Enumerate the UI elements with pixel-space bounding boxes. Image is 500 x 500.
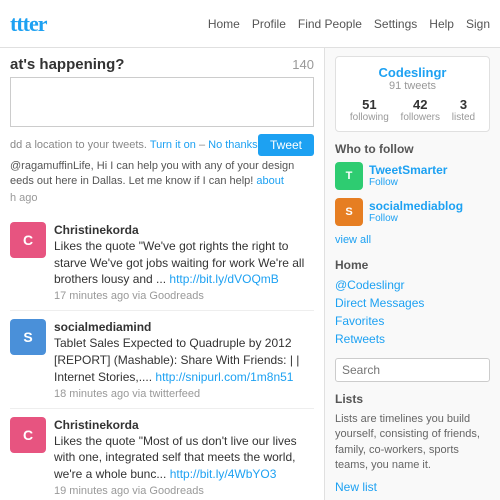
- lists-description: Lists are timelines you build yourself, …: [335, 412, 490, 474]
- new-list-link[interactable]: New list: [335, 480, 377, 494]
- who-to-follow-title: Who to follow: [335, 142, 490, 156]
- tweet-question-text: at's happening?: [10, 56, 124, 73]
- feed-link[interactable]: http://snipurl.com/1m8n51: [155, 370, 293, 384]
- feed-link[interactable]: http://bit.ly/dVOQmB: [169, 272, 278, 286]
- view-all-link[interactable]: view all: [335, 234, 490, 246]
- follow-item: T TweetSmarter Follow: [335, 162, 490, 190]
- feed-item: S socialmediamind Tablet Sales Expected …: [10, 311, 314, 408]
- home-link-codeslingr[interactable]: @Codeslingr: [335, 278, 490, 292]
- feed-content: Christinekorda Likes the quote "Most of …: [54, 417, 314, 497]
- nav-help[interactable]: Help: [429, 17, 454, 31]
- profile-name[interactable]: Codeslingr: [344, 65, 481, 80]
- feed-username[interactable]: socialmediamind: [54, 320, 151, 334]
- nav-home[interactable]: Home: [208, 17, 240, 31]
- about-link[interactable]: about: [256, 175, 284, 187]
- stat-listed: 3 listed: [452, 97, 475, 123]
- nav-sign[interactable]: Sign: [466, 17, 490, 31]
- feed-username[interactable]: Christinekorda: [54, 418, 139, 432]
- avatar: C: [10, 222, 46, 258]
- no-thanks-link[interactable]: No thanks: [208, 139, 258, 151]
- profile-tweets: 91 tweets: [344, 80, 481, 92]
- feed-meta: 17 minutes ago via Goodreads: [54, 290, 314, 302]
- stat-following: 51 following: [350, 97, 389, 123]
- feed-item: C Christinekorda Likes the quote "We've …: [10, 214, 314, 311]
- lists-section: Lists Lists are timelines you build your…: [335, 392, 490, 494]
- main-nav: Home Profile Find People Settings Help S…: [208, 17, 490, 31]
- tweet-button[interactable]: Tweet: [258, 134, 314, 156]
- nav-profile[interactable]: Profile: [252, 17, 286, 31]
- follow-item: S socialmediablog Follow: [335, 198, 490, 226]
- listed-label: listed: [452, 112, 475, 123]
- feed-meta: 18 minutes ago via twitterfeed: [54, 388, 314, 400]
- feed-meta: 19 minutes ago via Goodreads: [54, 485, 314, 497]
- follow-name[interactable]: TweetSmarter: [369, 163, 447, 177]
- following-count: 51: [350, 97, 389, 112]
- search-input[interactable]: [335, 358, 490, 382]
- sidebar: Codeslingr 91 tweets 51 following 42 fol…: [325, 48, 500, 500]
- profile-stats: 51 following 42 followers 3 listed: [344, 97, 481, 123]
- follow-button[interactable]: Follow: [369, 177, 447, 188]
- twitter-logo: ttter: [10, 11, 47, 37]
- mention-line: @ragamuffinLife, Hi I can help you with …: [10, 159, 314, 190]
- feed-item: C Christinekorda Likes the quote "Most o…: [10, 409, 314, 500]
- tweet-box: at's happening? 140 dd a location to you…: [10, 56, 314, 204]
- follow-avatar: S: [335, 198, 363, 226]
- home-section: Home @Codeslingr Direct Messages Favorit…: [335, 258, 490, 346]
- following-label: following: [350, 112, 389, 123]
- feed-username[interactable]: Christinekorda: [54, 223, 139, 237]
- avatar: S: [10, 319, 46, 355]
- listed-count: 3: [452, 97, 475, 112]
- tweet-question-row: at's happening? 140: [10, 56, 314, 73]
- feed-text: Likes the quote "We've got rights the ri…: [54, 238, 314, 288]
- stat-followers: 42 followers: [401, 97, 440, 123]
- home-link-direct-messages[interactable]: Direct Messages: [335, 296, 490, 310]
- char-counter: 140: [292, 57, 314, 72]
- who-to-follow-section: Who to follow T TweetSmarter Follow S so…: [335, 142, 490, 246]
- home-link-favorites[interactable]: Favorites: [335, 314, 490, 328]
- time-since: h ago: [10, 192, 314, 204]
- follow-info: TweetSmarter Follow: [369, 162, 447, 188]
- feed-text: Likes the quote "Most of us don't live o…: [54, 433, 314, 483]
- tweet-input[interactable]: [10, 77, 314, 127]
- feed-content: socialmediamind Tablet Sales Expected to…: [54, 319, 314, 399]
- lists-title: Lists: [335, 392, 490, 406]
- tweet-feed: C Christinekorda Likes the quote "We've …: [10, 214, 314, 500]
- location-text: dd a location to your tweets. Turn it on…: [10, 139, 258, 151]
- follow-avatar: T: [335, 162, 363, 190]
- turn-on-link[interactable]: Turn it on: [150, 139, 196, 151]
- feed-content: Christinekorda Likes the quote "We've go…: [54, 222, 314, 302]
- followers-count: 42: [401, 97, 440, 112]
- feed-link[interactable]: http://bit.ly/4WbYO3: [170, 467, 277, 481]
- center-column: at's happening? 140 dd a location to you…: [0, 48, 325, 500]
- profile-box: Codeslingr 91 tweets 51 following 42 fol…: [335, 56, 490, 132]
- home-title: Home: [335, 258, 490, 272]
- followers-label: followers: [401, 112, 440, 123]
- feed-text: Tablet Sales Expected to Quadruple by 20…: [54, 335, 314, 385]
- nav-settings[interactable]: Settings: [374, 17, 417, 31]
- avatar: C: [10, 417, 46, 453]
- home-link-retweets[interactable]: Retweets: [335, 332, 490, 346]
- nav-find-people[interactable]: Find People: [298, 17, 362, 31]
- follow-button[interactable]: Follow: [369, 213, 463, 224]
- follow-info: socialmediablog Follow: [369, 198, 463, 224]
- tweet-actions: dd a location to your tweets. Turn it on…: [10, 134, 314, 156]
- follow-name[interactable]: socialmediablog: [369, 199, 463, 213]
- main-content: at's happening? 140 dd a location to you…: [0, 48, 500, 500]
- header: ttter Home Profile Find People Settings …: [0, 0, 500, 48]
